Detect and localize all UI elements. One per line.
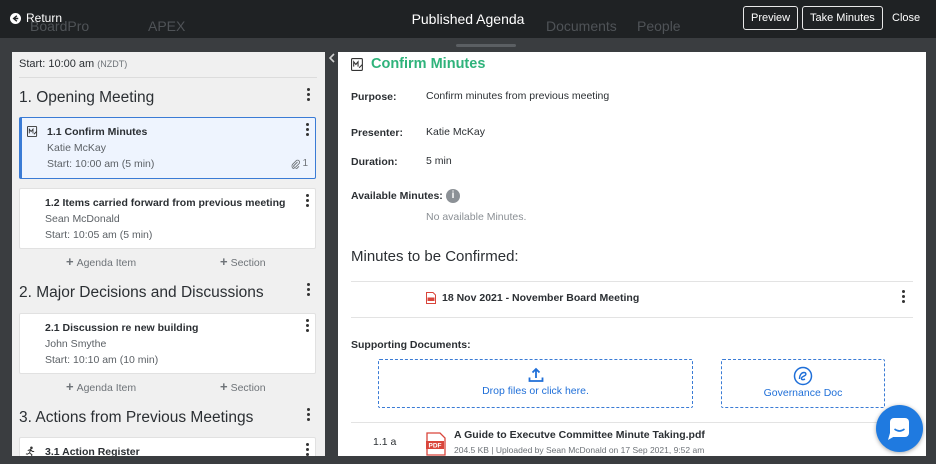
paperclip-icon [292, 159, 301, 169]
governance-doc-icon [793, 366, 813, 386]
take-minutes-button[interactable]: Take Minutes [802, 6, 883, 30]
agenda-item-confirm-minutes[interactable]: 1.1 Confirm Minutes Katie McKay Start: 1… [19, 117, 316, 179]
minutes-icon [27, 126, 38, 137]
document-number: 1.1 a [373, 436, 397, 448]
agenda-item-presenter: Katie McKay [47, 142, 106, 154]
attachment-count: 1 [291, 158, 308, 169]
duration-value: 5 min [426, 155, 452, 167]
background-nav-documents: Documents [546, 18, 617, 34]
purpose-label: Purpose: [351, 91, 397, 103]
agenda-item-action-register[interactable]: 3.1 Action Register [19, 437, 316, 456]
timezone-label: (NZDT) [97, 59, 128, 69]
agenda-item-start: Start: 10:05 am (5 min) [45, 229, 153, 241]
agenda-item-title: 3.1 Action Register [45, 446, 140, 456]
attachment-count-value: 1 [302, 158, 308, 169]
agenda-item-title: 2.1 Discussion re new building [45, 322, 199, 334]
section-menu-icon[interactable] [307, 408, 311, 422]
section-title-opening-meeting: 1. Opening Meeting [19, 89, 155, 106]
chat-icon [888, 418, 909, 440]
close-button[interactable]: Close [892, 12, 920, 24]
item-menu-icon[interactable] [306, 319, 310, 333]
minutes-entry[interactable]: 18 Nov 2021 - November Board Meeting [426, 292, 639, 304]
add-section-label: Section [230, 382, 266, 394]
background-nav-people: People [637, 18, 681, 34]
add-section-button[interactable]: + Section [220, 379, 266, 394]
supporting-documents-label: Supporting Documents: [351, 339, 471, 351]
purpose-value: Confirm minutes from previous meeting [426, 90, 610, 102]
info-icon[interactable]: i [446, 189, 460, 203]
agenda-item-presenter: John Smythe [45, 338, 107, 350]
agenda-item-title: 1.2 Items carried forward from previous … [45, 197, 286, 209]
add-agenda-item-button[interactable]: + Agenda Item [66, 379, 136, 394]
presenter-value: Katie McKay [426, 126, 485, 138]
item-menu-icon[interactable] [306, 194, 310, 208]
top-bar: BoardPro APEX Documents People Return Pu… [0, 0, 936, 38]
item-menu-icon[interactable] [306, 443, 310, 456]
divider [351, 317, 913, 318]
background-org: APEX [148, 18, 186, 34]
document-meta: 204.5 KB | Uploaded by Sean McDonald on … [454, 445, 705, 455]
return-button[interactable]: Return [10, 11, 62, 25]
agenda-item-start: Start: 10:00 am (5 min) [47, 158, 155, 170]
agenda-item-items-carried-forward[interactable]: 1.2 Items carried forward from previous … [19, 188, 316, 249]
minutes-entry-label: 18 Nov 2021 - November Board Meeting [442, 292, 640, 304]
divider [351, 422, 913, 423]
duration-label: Duration: [351, 156, 398, 168]
add-section-button[interactable]: + Section [220, 254, 266, 269]
governance-doc-button[interactable]: Governance Doc [721, 359, 885, 408]
svg-text:PDF: PDF [429, 443, 442, 450]
dropzone-label: Drop files or click here. [482, 385, 589, 397]
add-section-label: Section [230, 257, 266, 269]
document-title[interactable]: A Guide to Executve Committee Minute Tak… [454, 429, 705, 441]
agenda-item-detail: Confirm Minutes Purpose: Confirm minutes… [338, 52, 926, 456]
detail-title: Confirm Minutes [371, 56, 486, 72]
minutes-to-be-confirmed-heading: Minutes to be Confirmed: [351, 248, 519, 265]
minutes-icon [351, 58, 363, 71]
collapse-panel-icon[interactable] [327, 52, 337, 64]
item-menu-icon[interactable] [306, 123, 310, 137]
add-agenda-item-label: Agenda Item [76, 257, 137, 269]
available-minutes-empty: No available Minutes. [426, 211, 527, 223]
meeting-start-time: Start: 10:00 am [19, 58, 95, 70]
add-agenda-item-label: Agenda Item [76, 382, 137, 394]
return-label: Return [26, 11, 63, 25]
agenda-item-start: Start: 10:10 am (10 min) [45, 354, 159, 366]
drawer-handle[interactable] [456, 44, 516, 47]
agenda-item-presenter: Sean McDonald [45, 213, 120, 225]
divider [351, 281, 913, 282]
divider [19, 77, 317, 78]
presenter-label: Presenter: [351, 127, 403, 139]
pdf-icon: PDF [426, 432, 446, 456]
meeting-start: Start: 10:00 am (NZDT) [19, 58, 127, 70]
section-title-major-decisions: 2. Major Decisions and Discussions [19, 284, 264, 301]
agenda-item-discussion-new-building[interactable]: 2.1 Discussion re new building John Smyt… [19, 313, 316, 374]
upload-icon [528, 367, 543, 382]
add-agenda-item-button[interactable]: + Agenda Item [66, 254, 136, 269]
section-menu-icon[interactable] [307, 88, 311, 102]
file-dropzone[interactable]: Drop files or click here. [378, 359, 693, 408]
section-title-actions-previous: 3. Actions from Previous Meetings [19, 409, 254, 426]
chat-launcher-button[interactable] [876, 405, 923, 452]
preview-button[interactable]: Preview [743, 6, 799, 30]
agenda-item-title: 1.1 Confirm Minutes [47, 126, 148, 138]
agenda-panel: Start: 10:00 am (NZDT) 1. Opening Meeting… [12, 52, 325, 456]
governance-doc-label: Governance Doc [763, 387, 843, 399]
section-menu-icon[interactable] [307, 283, 311, 297]
action-runner-icon [25, 446, 35, 456]
pdf-icon [426, 292, 436, 304]
available-minutes-label: Available Minutes: [351, 190, 443, 202]
arrow-left-circle-icon [10, 12, 21, 24]
minutes-entry-menu-icon[interactable] [902, 290, 906, 304]
